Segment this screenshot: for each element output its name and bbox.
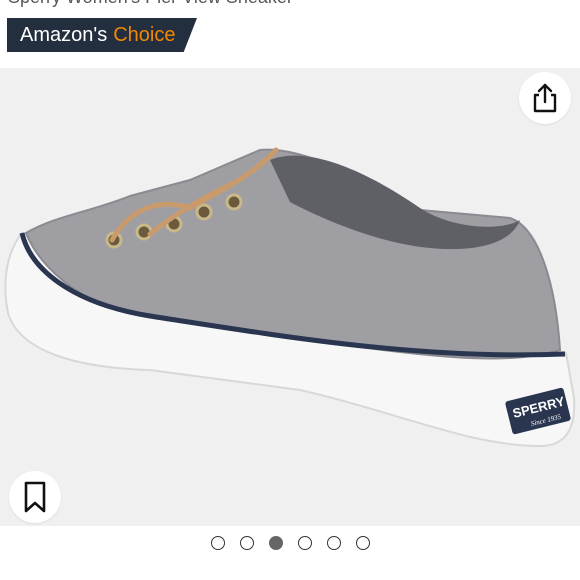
amazons-choice-badge[interactable]: Amazon's Choice	[7, 18, 197, 52]
pagination-dot[interactable]	[239, 536, 254, 550]
pagination-dot[interactable]	[355, 536, 370, 550]
pagination-dot[interactable]	[297, 536, 312, 550]
badge-choice-text: Choice	[113, 24, 176, 46]
product-title: Sperry Women's Pier View Sneaker	[0, 0, 580, 9]
pagination-dot[interactable]	[326, 536, 341, 550]
product-image-gallery[interactable]: SPERRY Since 1935	[0, 68, 580, 526]
pagination-dot[interactable]	[210, 536, 225, 550]
save-to-list-button[interactable]	[9, 471, 61, 523]
bookmark-icon	[24, 481, 46, 513]
share-button[interactable]	[519, 72, 571, 124]
badge-brand-text: Amazon's	[20, 24, 108, 46]
share-icon	[533, 83, 557, 113]
image-pagination-dots	[0, 536, 580, 556]
product-image: SPERRY Since 1935	[4, 147, 576, 448]
pagination-dot-active[interactable]	[268, 536, 283, 550]
